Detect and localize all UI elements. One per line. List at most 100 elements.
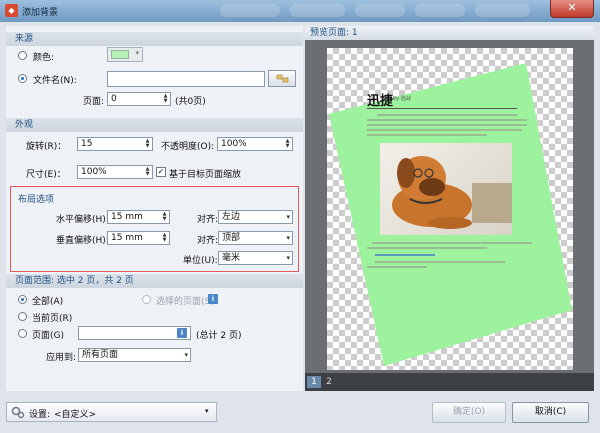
file-label: 文件名(N): xyxy=(33,76,77,86)
gear-icon xyxy=(11,406,25,419)
opacity-label: 不透明度(O): xyxy=(161,142,215,152)
voffset-value: 15 mm xyxy=(111,233,143,243)
dialog-footer: 设置: <自定义> ▾ 确定(O) 取消(C) xyxy=(0,394,600,433)
window-title: 添加背景 xyxy=(22,8,59,18)
taskbar-ghost xyxy=(415,4,465,17)
info-icon[interactable]: i xyxy=(177,328,187,338)
opacity-input[interactable]: 100% ▲ ▼ xyxy=(217,137,293,151)
source-header: 来源 xyxy=(6,32,303,46)
halign-select[interactable]: 左边 ▾ xyxy=(218,210,293,224)
app-icon: ◆ xyxy=(5,4,18,17)
page-range-total: (总计 2 页) xyxy=(196,331,242,341)
page-range-label: 页面(G) xyxy=(32,331,64,341)
settings-value: <自定义> xyxy=(54,410,97,420)
rotation-label: 旋转(R)： xyxy=(26,142,67,152)
chevron-down-icon: ▾ xyxy=(286,234,290,242)
unit-label: 单位(U): xyxy=(183,256,218,266)
add-background-dialog: ◆ 添加背景 ✕ 来源 颜色: ▾ 文件名(N): 页面: 0 ▲ ▼ (共0页… xyxy=(0,0,600,433)
folder-icon xyxy=(276,74,289,83)
close-button[interactable]: ✕ xyxy=(550,0,594,18)
spinner-icon[interactable]: ▲ ▼ xyxy=(144,167,151,177)
thumb-page-2[interactable]: 2 xyxy=(322,376,336,388)
page-thumbnails: 1 2 xyxy=(305,373,594,391)
doc-title: 迅捷 xyxy=(367,94,394,109)
hoffset-label: 水平偏移(H): xyxy=(56,215,109,225)
page-number-input[interactable]: 0 ▲ ▼ xyxy=(107,92,171,106)
voffset-input[interactable]: 15 mm ▲ ▼ xyxy=(107,231,170,245)
current-page-radio[interactable] xyxy=(18,312,27,321)
unit-select[interactable]: 毫米 ▾ xyxy=(218,251,293,265)
cancel-button[interactable]: 取消(C) xyxy=(512,402,589,423)
taskbar-ghost xyxy=(290,4,345,17)
taskbar-ghost xyxy=(355,4,405,17)
text-line xyxy=(367,134,487,136)
layout-header: 布局选项 xyxy=(18,195,55,205)
size-input[interactable]: 100% ▲ ▼ xyxy=(77,165,153,179)
text-line xyxy=(375,261,505,263)
text-line xyxy=(367,119,527,121)
page-label: 页面: xyxy=(83,97,105,107)
hoffset-value: 15 mm xyxy=(111,212,143,222)
scale-label: 基于目标页面缩放 xyxy=(169,170,242,180)
color-radio[interactable] xyxy=(18,51,27,60)
file-radio[interactable] xyxy=(18,74,27,83)
valign-select[interactable]: 顶部 ▾ xyxy=(218,231,293,245)
valign-label: 对齐: xyxy=(197,236,219,246)
text-line xyxy=(367,247,487,249)
page-number-value: 0 xyxy=(111,94,117,104)
scale-checkbox[interactable]: ✓ xyxy=(156,167,166,177)
text-line xyxy=(372,242,532,244)
doc-rule xyxy=(367,108,517,109)
chevron-down-icon: ▾ xyxy=(135,49,139,57)
settings-label: 设置: xyxy=(29,410,51,420)
info-icon[interactable]: i xyxy=(208,294,218,304)
all-pages-radio[interactable] xyxy=(18,295,27,304)
halign-value: 左边 xyxy=(222,212,241,222)
chevron-down-icon: ▾ xyxy=(286,254,290,262)
text-line xyxy=(377,114,517,116)
preview-panel: 预览页面: 1 迅捷 by 陆战 1 2 xyxy=(305,26,594,391)
title-bar: ◆ 添加背景 ✕ xyxy=(0,0,600,22)
ok-button[interactable]: 确定(O) xyxy=(432,402,506,423)
page-range-radio[interactable] xyxy=(18,329,27,338)
hoffset-input[interactable]: 15 mm ▲ ▼ xyxy=(107,210,170,224)
file-input[interactable] xyxy=(107,71,265,87)
browse-button[interactable] xyxy=(268,70,296,87)
valign-value: 顶部 xyxy=(222,233,241,243)
rotation-value: 15 xyxy=(81,139,93,149)
voffset-label: 垂直偏移(H): xyxy=(56,236,109,246)
rotation-input[interactable]: 15 ▲ ▼ xyxy=(77,137,153,151)
unit-value: 毫米 xyxy=(222,253,241,263)
opacity-value: 100% xyxy=(221,139,247,149)
page-range-input[interactable] xyxy=(78,326,191,340)
spinner-icon[interactable]: ▲ ▼ xyxy=(162,94,169,104)
preview-header: 预览页面: 1 xyxy=(305,26,594,40)
spinner-icon[interactable]: ▲ ▼ xyxy=(161,212,168,222)
chevron-down-icon: ▾ xyxy=(205,407,209,415)
text-line xyxy=(367,124,527,126)
thumb-page-1[interactable]: 1 xyxy=(307,376,321,388)
doc-subtitle: by 陆战 xyxy=(393,96,411,102)
spinner-icon[interactable]: ▲ ▼ xyxy=(144,139,151,149)
color-swatch xyxy=(111,50,129,59)
selected-pages-radio[interactable] xyxy=(142,295,151,304)
color-picker[interactable]: ▾ xyxy=(107,47,143,62)
apply-to-select[interactable]: 所有页面 ▾ xyxy=(78,348,191,362)
dog-image xyxy=(380,143,512,235)
page-total: (共0页) xyxy=(175,97,206,107)
page-range-header: 页面范围: 选中 2 页，共 2 页 xyxy=(6,274,303,288)
spinner-icon[interactable]: ▲ ▼ xyxy=(161,233,168,243)
options-panel: 来源 颜色: ▾ 文件名(N): 页面: 0 ▲ ▼ (共0页) 外观 旋转(R)… xyxy=(6,26,303,391)
size-label: 尺寸(E)： xyxy=(26,170,66,180)
dog-picture xyxy=(392,156,512,229)
spinner-icon[interactable]: ▲ ▼ xyxy=(284,139,291,149)
apply-to-value: 所有页面 xyxy=(82,350,119,360)
taskbar-ghost xyxy=(475,4,530,17)
chevron-down-icon: ▾ xyxy=(286,213,290,221)
chevron-down-icon: ▾ xyxy=(184,351,188,359)
text-line xyxy=(367,129,522,131)
halign-label: 对齐: xyxy=(197,215,219,225)
apply-to-label: 应用到: xyxy=(46,353,77,363)
size-value: 100% xyxy=(81,167,107,177)
settings-select[interactable]: 设置: <自定义> ▾ xyxy=(6,402,217,422)
